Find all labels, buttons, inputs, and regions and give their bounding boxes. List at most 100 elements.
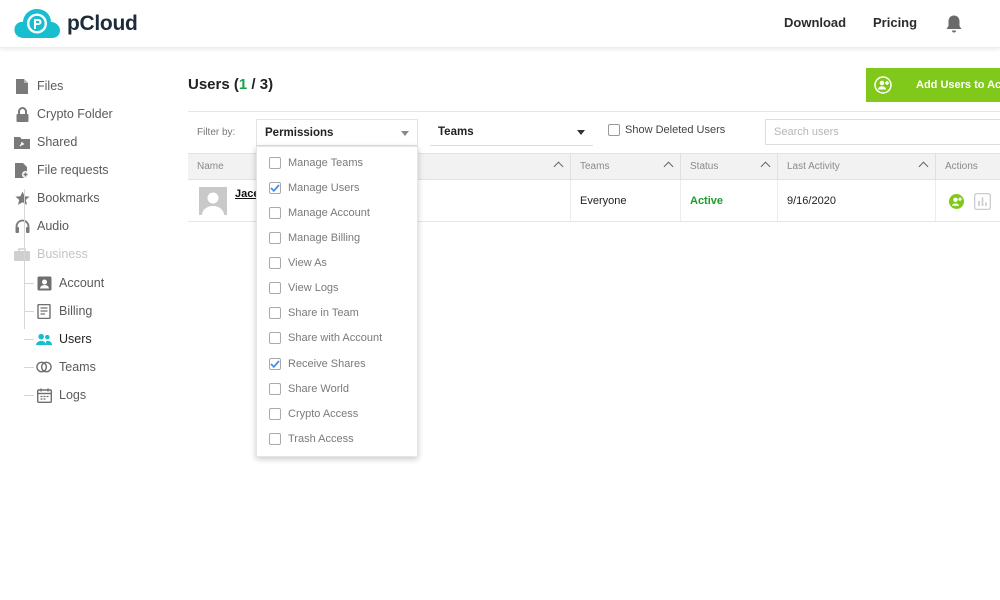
- checkbox[interactable]: [269, 232, 281, 244]
- sidebar-item-files[interactable]: Files: [14, 76, 63, 96]
- permission-option-receive-shares[interactable]: Receive Shares: [269, 357, 366, 371]
- page-title-suffix: ): [268, 76, 274, 93]
- cell-actions: [936, 180, 1000, 221]
- permissions-dropdown-menu: Manage Teams Manage Users Manage Account…: [256, 146, 418, 457]
- sidebar-item-label: Logs: [59, 388, 87, 402]
- search-users-input[interactable]: [765, 119, 1000, 145]
- calendar-icon: [36, 387, 52, 403]
- account-icon: [36, 275, 52, 291]
- sidebar-tree-branch: [24, 283, 34, 284]
- total-user-count: 3: [259, 76, 269, 93]
- checkbox[interactable]: [269, 433, 281, 445]
- sidebar-item-label: Teams: [59, 360, 96, 374]
- briefcase-icon: [14, 246, 30, 262]
- sidebar-item-billing[interactable]: Billing: [36, 301, 92, 321]
- bell-icon[interactable]: [945, 14, 963, 34]
- sidebar-item-account[interactable]: Account: [36, 273, 104, 293]
- sidebar-item-file-requests[interactable]: File requests: [14, 160, 109, 180]
- sidebar-item-shared[interactable]: Shared: [14, 132, 77, 152]
- add-users-button[interactable]: Add Users to Account: [866, 68, 1000, 102]
- checkbox-checked[interactable]: [269, 358, 281, 370]
- sidebar-item-label: Audio: [37, 219, 69, 233]
- permission-option-label: Manage Teams: [288, 157, 364, 169]
- column-header-status[interactable]: Status: [681, 154, 778, 179]
- permission-option-manage-teams[interactable]: Manage Teams: [269, 156, 363, 170]
- sidebar-item-audio[interactable]: Audio: [14, 216, 69, 236]
- permission-option-manage-account[interactable]: Manage Account: [269, 206, 370, 220]
- status-badge: Active: [681, 180, 778, 221]
- sidebar-item-crypto-folder[interactable]: Crypto Folder: [14, 104, 113, 124]
- permission-option-label: Manage Users: [288, 182, 360, 194]
- sidebar-item-label: Shared: [37, 135, 78, 149]
- checkbox[interactable]: [269, 307, 281, 319]
- sidebar-item-users[interactable]: Users: [36, 329, 92, 349]
- sidebar-item-label: Bookmarks: [37, 191, 100, 205]
- billing-icon: [36, 303, 52, 319]
- permission-option-label: Crypto Access: [288, 408, 359, 420]
- column-header-label: Actions: [945, 161, 978, 172]
- permission-option-label: View Logs: [288, 282, 339, 294]
- permission-option-label: Manage Billing: [288, 232, 361, 244]
- permission-option-label: Share World: [288, 383, 349, 395]
- page-title: Users (1 / 3): [188, 76, 273, 93]
- permission-option-share-in-team[interactable]: Share in Team: [269, 306, 359, 320]
- permission-option-manage-users[interactable]: Manage Users: [269, 181, 360, 195]
- sidebar-item-label: Business: [37, 247, 88, 261]
- permission-option-share-world[interactable]: Share World: [269, 382, 349, 396]
- checkbox[interactable]: [269, 157, 281, 169]
- permission-option-view-as[interactable]: View As: [269, 256, 327, 270]
- cell-teams: Everyone: [571, 180, 681, 221]
- shared-folder-icon: [14, 134, 30, 150]
- lock-icon: [14, 106, 30, 122]
- checkbox[interactable]: [269, 282, 281, 294]
- filter-by-label: Filter by:: [197, 127, 236, 138]
- permission-option-trash-access[interactable]: Trash Access: [269, 432, 354, 446]
- sidebar-item-business[interactable]: Business: [14, 244, 88, 264]
- statistics-icon[interactable]: [974, 193, 991, 210]
- column-header-teams[interactable]: Teams: [571, 154, 681, 179]
- checkbox[interactable]: [269, 383, 281, 395]
- teams-select[interactable]: Teams: [430, 119, 593, 146]
- pcloud-logo[interactable]: pCloud: [14, 8, 138, 40]
- checkbox[interactable]: [269, 332, 281, 344]
- show-deleted-checkbox[interactable]: [608, 124, 620, 136]
- pcloud-logo-icon: [14, 8, 60, 40]
- checkbox[interactable]: [269, 207, 281, 219]
- user-settings-icon[interactable]: [948, 193, 965, 210]
- avatar: [199, 187, 227, 215]
- permission-option-manage-billing[interactable]: Manage Billing: [269, 231, 360, 245]
- sidebar-item-logs[interactable]: Logs: [36, 385, 86, 405]
- permission-option-label: Share with Account: [288, 332, 383, 344]
- sidebar-item-bookmarks[interactable]: Bookmarks: [14, 188, 100, 208]
- column-header-label: Last Activity: [787, 161, 840, 172]
- brand-name: pCloud: [67, 12, 138, 35]
- nav-download-link[interactable]: Download: [784, 15, 846, 30]
- column-header-label: Teams: [580, 161, 610, 172]
- caret-down-icon: [577, 130, 585, 135]
- checkbox[interactable]: [269, 257, 281, 269]
- sidebar-item-teams[interactable]: Teams: [36, 357, 96, 377]
- nav-pricing-link[interactable]: Pricing: [873, 15, 917, 30]
- column-header-label: Status: [690, 161, 719, 172]
- permission-option-view-logs[interactable]: View Logs: [269, 281, 339, 295]
- shown-user-count: 1: [238, 76, 248, 93]
- star-icon: [14, 190, 30, 206]
- sidebar-item-label: Billing: [59, 304, 93, 318]
- show-deleted-users-toggle[interactable]: Show Deleted Users: [608, 124, 725, 136]
- column-header-label: Name: [197, 161, 224, 172]
- divider: [188, 111, 1000, 112]
- permissions-select[interactable]: Permissions: [256, 119, 418, 146]
- sidebar-tree-branch: [24, 311, 34, 312]
- sort-up-icon: [553, 161, 564, 172]
- teams-select-value: Teams: [438, 126, 474, 138]
- page-title-prefix: Users (: [188, 76, 239, 93]
- checkbox[interactable]: [269, 408, 281, 420]
- users-icon: [36, 331, 52, 347]
- sidebar-item-label: Account: [59, 276, 105, 290]
- column-header-last-activity[interactable]: Last Activity: [778, 154, 936, 179]
- sort-up-icon: [918, 161, 929, 172]
- checkbox-checked[interactable]: [269, 182, 281, 194]
- permission-option-crypto-access[interactable]: Crypto Access: [269, 407, 358, 421]
- permission-option-label: Manage Account: [288, 207, 370, 219]
- permission-option-share-with-account[interactable]: Share with Account: [269, 331, 382, 345]
